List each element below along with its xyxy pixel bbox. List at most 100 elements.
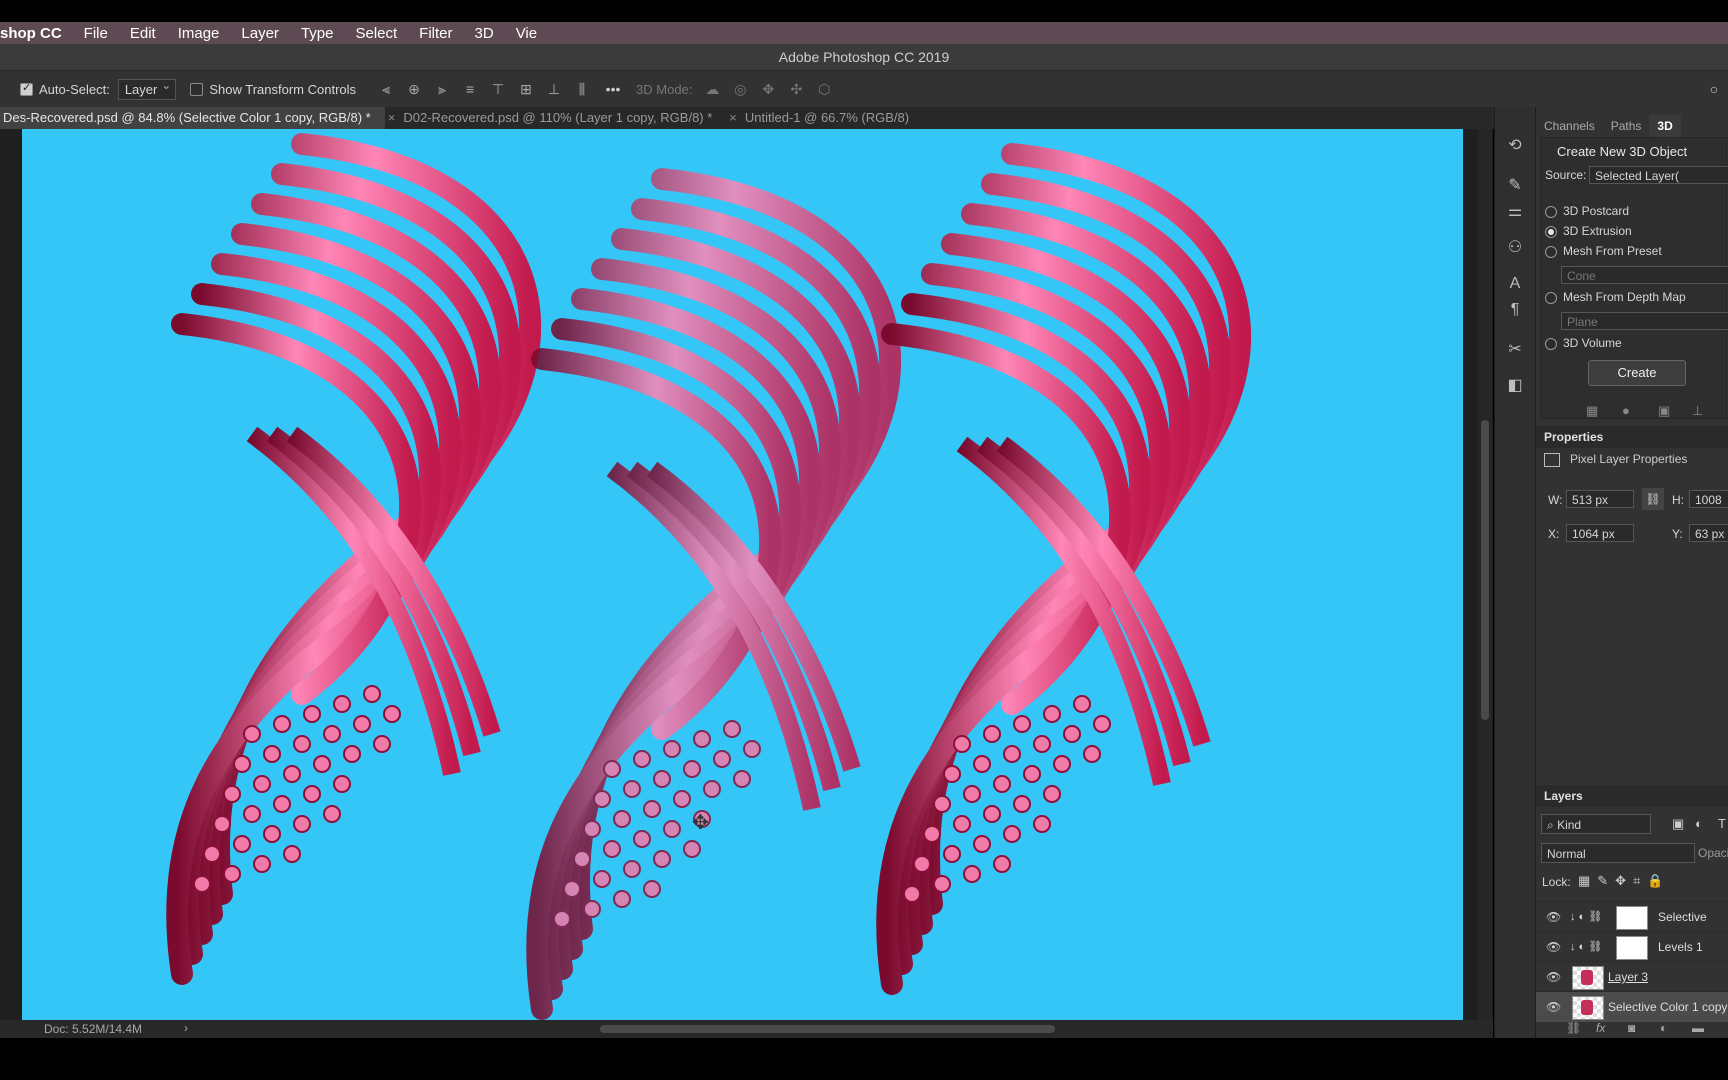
new-group-icon[interactable]: ▬	[1692, 1021, 1704, 1035]
scale-3d-icon[interactable]: ⬡	[817, 82, 831, 96]
status-arrow[interactable]: ›	[184, 1021, 188, 1035]
tab-channels[interactable]: Channels	[1536, 115, 1603, 137]
layer-thumbnail[interactable]	[1572, 966, 1604, 990]
auto-select-dropdown[interactable]: Layer	[117, 78, 177, 100]
filter-adjustment-icon[interactable]: ◐	[1695, 816, 1703, 831]
menu-image[interactable]: Image	[167, 25, 231, 42]
layer-name[interactable]: Selective Color 1 copy	[1608, 1000, 1727, 1014]
option-3d-extrusion[interactable]: 3D Extrusion	[1545, 224, 1632, 238]
render-icon[interactable]: ▣	[1658, 403, 1670, 419]
tool-presets-icon[interactable]: ✂	[1505, 339, 1525, 359]
link-layers-icon[interactable]: ⛓	[1566, 1021, 1581, 1035]
radio[interactable]	[1545, 205, 1557, 218]
align-bottom-icon[interactable]: ⊥	[547, 82, 561, 96]
libraries-icon[interactable]: ◧	[1505, 375, 1525, 395]
menu-filter[interactable]: Filter	[408, 25, 463, 42]
horizontal-scroll-thumb[interactable]	[600, 1025, 1055, 1033]
auto-select-checkbox[interactable]	[20, 81, 33, 96]
bottom-black-bar	[0, 1038, 1728, 1080]
option-mesh-from-preset[interactable]: Mesh From Preset	[1545, 244, 1662, 258]
transform-controls-checkbox[interactable]	[190, 82, 204, 96]
filter-type-icon[interactable]: T	[1718, 816, 1726, 831]
search-icon[interactable]: ○	[1707, 82, 1721, 96]
layer-row-selected[interactable]: 👁 Selective Color 1 copy	[1536, 991, 1728, 1022]
vertical-scroll-thumb[interactable]	[1481, 420, 1489, 720]
radio[interactable]	[1545, 245, 1557, 258]
tab-des-recovered[interactable]: Des-Recovered.psd @ 84.8% (Selective Col…	[0, 107, 385, 129]
layer-name[interactable]: Selective	[1658, 910, 1707, 924]
align-middle-icon[interactable]: ⊞	[519, 82, 533, 96]
radio[interactable]	[1545, 291, 1557, 304]
3d-mode-label: 3D Mode:	[636, 81, 693, 97]
y-field[interactable]: 63 px	[1689, 524, 1728, 542]
preset-dropdown[interactable]: Cone	[1561, 266, 1728, 284]
adjustments-icon[interactable]: ⚌	[1505, 201, 1525, 221]
menu-select[interactable]: Select	[344, 25, 408, 42]
x-field[interactable]: 1064 px	[1566, 524, 1634, 542]
depth-map-dropdown[interactable]: Plane	[1561, 312, 1728, 330]
orbit-icon[interactable]: ☁	[705, 82, 719, 96]
eye-icon[interactable]: 👁	[1546, 910, 1561, 924]
drag-icon[interactable]: ✥	[761, 82, 775, 96]
layer-mask-thumb[interactable]	[1616, 906, 1648, 930]
new-adjustment-icon[interactable]: ◐	[1660, 1021, 1667, 1035]
menu-type[interactable]: Type	[290, 25, 345, 42]
menu-3d[interactable]: 3D	[464, 25, 505, 42]
blend-mode-dropdown[interactable]: Normal	[1541, 843, 1695, 863]
align-center-icon[interactable]: ⊕	[407, 82, 421, 96]
eye-icon[interactable]: 👁	[1546, 970, 1561, 984]
option-3d-volume[interactable]: 3D Volume	[1545, 336, 1622, 350]
eye-icon[interactable]: 👁	[1546, 1000, 1561, 1014]
source-dropdown[interactable]: Selected Layer(	[1589, 166, 1728, 184]
align-left-icon[interactable]: ⫷	[379, 82, 393, 96]
close-icon[interactable]: ×	[388, 110, 396, 125]
add-mask-icon[interactable]: ◙	[1628, 1021, 1635, 1035]
link-icon[interactable]: ⛓	[1642, 488, 1664, 510]
tab-paths[interactable]: Paths	[1603, 115, 1650, 137]
distribute-vertical-icon[interactable]: ⫼	[575, 82, 589, 96]
history-icon[interactable]: ⟲	[1505, 135, 1525, 155]
filter-scene-icon[interactable]: ▦	[1586, 403, 1598, 419]
layer-name[interactable]: Levels 1	[1658, 940, 1703, 954]
lock-icons[interactable]: ▦✎✥⌗🔒	[1578, 873, 1671, 889]
layer-mask-thumb[interactable]	[1616, 936, 1648, 960]
more-options-icon[interactable]: •••	[603, 82, 623, 96]
light-icon[interactable]: ●	[1622, 403, 1630, 418]
paragraph-icon[interactable]: ¶	[1505, 301, 1525, 321]
radio[interactable]	[1545, 337, 1557, 350]
filter-pixel-icon[interactable]: ▣	[1672, 816, 1684, 832]
layer-thumbnail[interactable]	[1572, 996, 1604, 1020]
layer-filter-dropdown[interactable]: ⌕ Kind	[1541, 814, 1651, 834]
brush-icon[interactable]: ✎	[1505, 175, 1525, 195]
layer-row[interactable]: 👁 ↓ ◐ ⛓ Levels 1	[1536, 931, 1728, 962]
option-mesh-from-depth-map[interactable]: Mesh From Depth Map	[1545, 290, 1686, 304]
layer-row[interactable]: 👁 ↓ ◐ ⛓ Selective	[1536, 901, 1728, 932]
slide-icon[interactable]: ✣	[789, 82, 803, 96]
roll-icon[interactable]: ◎	[733, 82, 747, 96]
eye-icon[interactable]: 👁	[1546, 940, 1561, 954]
align-top-icon[interactable]: ⊤	[491, 82, 505, 96]
radio-selected[interactable]	[1545, 225, 1557, 238]
fx-icon[interactable]: fx	[1596, 1021, 1605, 1035]
option-3d-postcard[interactable]: 3D Postcard	[1545, 204, 1629, 218]
clone-source-icon[interactable]: ⚇	[1505, 237, 1525, 257]
layer-row[interactable]: 👁 Layer 3	[1536, 961, 1728, 992]
align-right-icon[interactable]: ⫸	[435, 82, 449, 96]
create-button[interactable]: Create	[1588, 360, 1686, 386]
tab-untitled-1[interactable]: × Untitled-1 @ 66.7% (RGB/8)	[726, 107, 923, 129]
menu-layer[interactable]: Layer	[230, 25, 290, 42]
menu-edit[interactable]: Edit	[119, 25, 167, 42]
ground-icon[interactable]: ⊥	[1692, 403, 1703, 419]
document-canvas[interactable]: ✥	[22, 129, 1463, 1020]
tab-3d[interactable]: 3D	[1649, 115, 1681, 137]
menu-file[interactable]: File	[73, 25, 119, 42]
distribute-icon[interactable]: ≡	[463, 82, 477, 96]
height-field[interactable]: 1008	[1689, 490, 1728, 508]
tab-d02-recovered[interactable]: × D02-Recovered.psd @ 110% (Layer 1 copy,…	[385, 107, 727, 129]
width-field[interactable]: 513 px	[1566, 490, 1634, 508]
character-icon[interactable]: A	[1505, 275, 1525, 295]
menu-view[interactable]: Vie	[505, 25, 548, 42]
layer-name[interactable]: Layer 3	[1608, 970, 1648, 984]
app-menu[interactable]: shop CC	[0, 25, 73, 42]
close-icon[interactable]: ×	[729, 110, 737, 125]
